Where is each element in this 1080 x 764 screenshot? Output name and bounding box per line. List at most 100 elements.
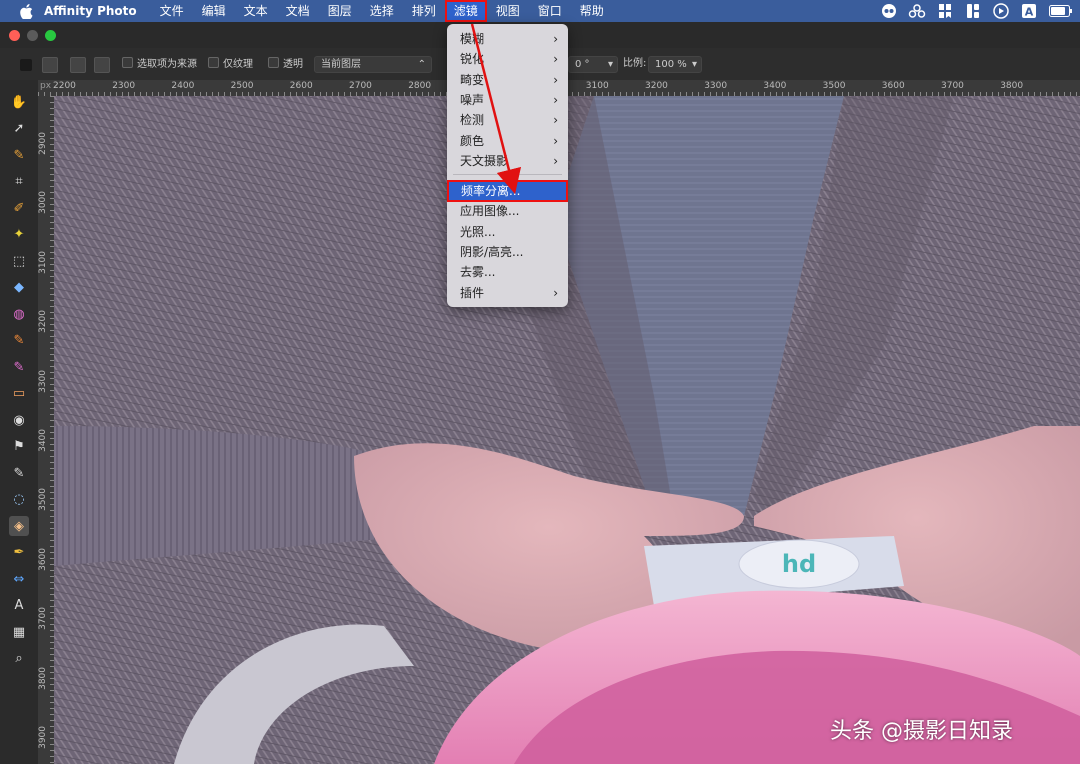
close-window-button[interactable]	[9, 30, 20, 41]
hand-icon[interactable]: ✋	[9, 92, 29, 112]
ruler-tick-label: 2500	[230, 81, 254, 91]
filter-menu-item-label: 阴影/高亮...	[460, 245, 524, 259]
magic-wand-icon[interactable]: ✦	[9, 225, 29, 245]
inpaint-icon[interactable]: ◈	[9, 516, 29, 536]
minimize-window-button[interactable]	[27, 30, 38, 41]
filter-menu-item[interactable]: 模糊 ›	[447, 29, 568, 49]
tools-panel: ✋ ➚ ✎ ⌗ ✐ ✦ ⬚ ◆ ◍ ✎ ✎ ▭ ◉ ⚑ ✎ ◌ ◈ ✒ ⇔ A ▦ ⌕	[0, 80, 38, 764]
share-icon[interactable]	[880, 2, 898, 20]
gradient-icon[interactable]: ◍	[9, 304, 29, 324]
selection-subtract-icon[interactable]	[70, 57, 86, 73]
chevron-right-icon: ›	[553, 72, 558, 87]
ruler-tick-label: 3600	[38, 547, 48, 571]
menu-text[interactable]: 文本	[235, 0, 277, 22]
filter-menu-item[interactable]: 插件 ›	[447, 283, 568, 303]
zoom-window-button[interactable]	[45, 30, 56, 41]
ruler-tick-label: 3200	[38, 310, 48, 334]
app-name[interactable]: Affinity Photo	[44, 4, 137, 18]
menu-window[interactable]: 窗口	[529, 0, 571, 22]
checkbox[interactable]	[122, 57, 133, 68]
checkbox[interactable]	[208, 57, 219, 68]
color-replace-icon[interactable]: ✎	[9, 357, 29, 377]
dodge-icon[interactable]: ◉	[9, 410, 29, 430]
filter-menu-item[interactable]: 去雾...	[447, 262, 568, 282]
menu-view[interactable]: 视图	[487, 0, 529, 22]
bookmark-icon[interactable]	[936, 2, 954, 20]
chevron-updown-icon: ⌃	[417, 59, 426, 70]
node-icon[interactable]: ⇔	[9, 569, 29, 589]
filter-menu-item[interactable]: 光照...	[447, 222, 568, 242]
option-transparent-label: 透明	[283, 59, 303, 70]
healing-icon[interactable]: ✎	[9, 463, 29, 483]
menu-help[interactable]: 帮助	[571, 0, 613, 22]
ruler-tick-label: 3100	[38, 250, 48, 274]
marquee-icon[interactable]: ⬚	[9, 251, 29, 271]
selection-new-icon[interactable]	[20, 59, 32, 71]
selection-intersect-icon[interactable]	[94, 57, 110, 73]
filter-menu-item[interactable]: 锐化 ›	[447, 49, 568, 69]
chevron-right-icon: ›	[553, 92, 558, 107]
ruler-tick-label: 3400	[38, 429, 48, 452]
filter-menu-item[interactable]: 天文摄影 ›	[447, 151, 568, 171]
ruler-tick-label: 3700	[941, 81, 964, 91]
option-transparent[interactable]: 透明	[268, 57, 303, 71]
apple-icon[interactable]	[18, 3, 34, 19]
scale-field[interactable]: 100 % ▾	[648, 56, 702, 73]
option-texture-only[interactable]: 仅纹理	[208, 57, 253, 71]
menu-bar: Affinity Photo 文件 编辑 文本 文档 图层 选择 排列 滤镜 视…	[0, 0, 1080, 22]
clone-icon[interactable]: ⚑	[9, 437, 29, 457]
menu-file[interactable]: 文件	[151, 0, 193, 22]
filter-menu-item[interactable]: 检测 ›	[447, 110, 568, 130]
filter-menu-item-label: 检测	[460, 113, 485, 128]
filter-menu-item[interactable]: 畸变 ›	[447, 70, 568, 90]
selection-add-icon[interactable]	[42, 57, 58, 73]
chevron-right-icon: ›	[553, 133, 558, 148]
ruler-tick-label: 3000	[38, 191, 48, 215]
menu-filters[interactable]: 滤镜	[444, 0, 487, 22]
ruler-tick-label: 3300	[704, 81, 728, 91]
play-icon[interactable]	[992, 2, 1010, 20]
scale-value: 100 %	[655, 59, 687, 70]
filter-menu-item[interactable]: 颜色 ›	[447, 131, 568, 151]
filter-menu-item[interactable]: 阴影/高亮...	[447, 242, 568, 262]
layer-source-dropdown[interactable]: 当前图层 ⌃	[314, 56, 432, 73]
ruler-tick-label: 3800	[1000, 81, 1024, 91]
filter-menu-item[interactable]: 频率分离...	[447, 180, 568, 203]
menu-document[interactable]: 文档	[277, 0, 319, 22]
ruler-tick-label: 3700	[38, 607, 48, 631]
fill-icon[interactable]: ◆	[9, 278, 29, 298]
filter-menu-item-label: 模糊	[460, 32, 485, 46]
move-icon[interactable]: ➚	[9, 119, 29, 139]
status-icons: A	[880, 2, 1074, 20]
text-icon[interactable]: A	[9, 596, 29, 616]
option-source[interactable]: 选取项为来源	[122, 57, 197, 71]
menu-arrange[interactable]: 排列	[403, 0, 445, 22]
menu-select[interactable]: 选择	[361, 0, 403, 22]
angle-field[interactable]: 0 ° ▾	[568, 56, 618, 73]
filter-menu-item[interactable]: 噪声 ›	[447, 90, 568, 110]
pen-icon[interactable]: ✒	[9, 543, 29, 563]
erase-icon[interactable]: ▭	[9, 384, 29, 404]
chevron-right-icon: ›	[553, 153, 558, 168]
selection-brush-icon[interactable]: ✐	[9, 198, 29, 218]
layout-icon[interactable]	[964, 2, 982, 20]
ruler-tick-label: 3800	[38, 666, 48, 690]
zoom-icon[interactable]: ⌕	[9, 649, 29, 669]
paint-brush-icon[interactable]: ✎	[9, 331, 29, 351]
blur-icon[interactable]: ◌	[9, 490, 29, 510]
filter-menu-item[interactable]: 应用图像...	[447, 201, 568, 221]
mesh-icon[interactable]: ▦	[9, 622, 29, 642]
menu-layer[interactable]: 图层	[319, 0, 361, 22]
menu-edit[interactable]: 编辑	[193, 0, 235, 22]
ruler-tick-label: 2600	[289, 81, 313, 91]
color-picker-icon[interactable]: ✎	[9, 145, 29, 165]
filters-dropdown-menu: 模糊 › 锐化 › 畸变 › 噪声 › 检测 › 颜色 › 天文摄影 › 频率分离... 应用图像... 光照.…	[447, 24, 568, 307]
people-icon[interactable]	[908, 2, 926, 20]
ruler-tick-label: 2800	[408, 81, 432, 91]
filter-menu-item-label: 应用图像...	[460, 204, 520, 219]
chevron-right-icon: ›	[553, 52, 558, 67]
crop-icon[interactable]: ⌗	[9, 172, 29, 192]
ruler-unit: px	[40, 81, 52, 91]
font-a-icon[interactable]: A	[1020, 2, 1038, 20]
checkbox[interactable]	[268, 57, 279, 68]
